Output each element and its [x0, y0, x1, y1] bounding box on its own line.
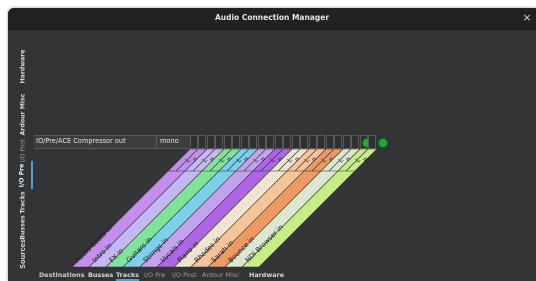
grid-cell-rhodes-in-l[interactable] [309, 135, 317, 149]
grid-cell-piano-in-r[interactable] [300, 135, 308, 149]
window-title: Audio Connection Manager [214, 13, 330, 22]
grid-cell-strings-in-r[interactable] [266, 135, 274, 149]
grid-cell-guitars-in-l[interactable] [241, 135, 249, 149]
grid-cell-sarah-in-l[interactable] [326, 135, 334, 149]
destination-tab-hardware[interactable]: Hardware [249, 270, 284, 281]
grid-cell-piano-in-l[interactable] [292, 135, 300, 149]
close-icon[interactable]: × [520, 11, 534, 25]
destination-tab-busses[interactable]: Busses [88, 270, 113, 281]
grid-cell-fx-in-l[interactable] [224, 135, 232, 149]
destination-tab-ardour-misc[interactable]: Ardour Misc [202, 270, 240, 281]
destination-tab-tracks[interactable]: Tracks [116, 270, 139, 281]
grid-cell-audio-beats-in-r[interactable] [198, 135, 206, 149]
grid-cell-fx-in-r[interactable] [232, 135, 240, 149]
audio-connection-manager-window: Audio Connection Manager × Sources Busses… [8, 8, 536, 281]
grid-cell-rhodes-in-r[interactable] [317, 135, 325, 149]
source-port-channel: mono [156, 135, 190, 149]
destination-tab-i-o-pre[interactable]: I/O Pre [144, 270, 165, 281]
destinations-label: Destinations [39, 271, 85, 279]
grid-cell-vocals-in-l[interactable] [275, 135, 283, 149]
grid-cell-sarah-in-r[interactable] [334, 135, 342, 149]
grid-cell-vocals-in-r[interactable] [283, 135, 291, 149]
grid-cell-strings-in-l[interactable] [258, 135, 266, 149]
grid-cell-audio-beats-in-l[interactable] [190, 135, 198, 149]
grid-cell-bounce-in-r[interactable] [351, 135, 359, 149]
connection-matrix-panel: Sources Busses Tracks I/O Pre I/O Post Ardour… [8, 31, 536, 281]
destination-tab-i-o-post[interactable]: I/O Post [172, 270, 196, 281]
title-bar: Audio Connection Manager × [8, 8, 536, 30]
grid-cell-ndi-browser-in-r[interactable] [368, 135, 376, 149]
grid-cell-intro-in-l[interactable] [207, 135, 215, 149]
destination-tabs: Destinations Busses Tracks I/O Pre I/O Post A… [8, 270, 536, 281]
connection-indicator[interactable] [378, 138, 388, 148]
connection-matrix: LRAudio Beats inLRIntro inLRFX inLRGuita… [71, 148, 378, 268]
grid-cell-guitars-in-r[interactable] [249, 135, 257, 149]
grid-cell-bounce-in-l[interactable] [343, 135, 351, 149]
source-port-name: IO/Pre/ACE Compressor out [36, 137, 126, 145]
grid-cell-intro-in-r[interactable] [215, 135, 223, 149]
